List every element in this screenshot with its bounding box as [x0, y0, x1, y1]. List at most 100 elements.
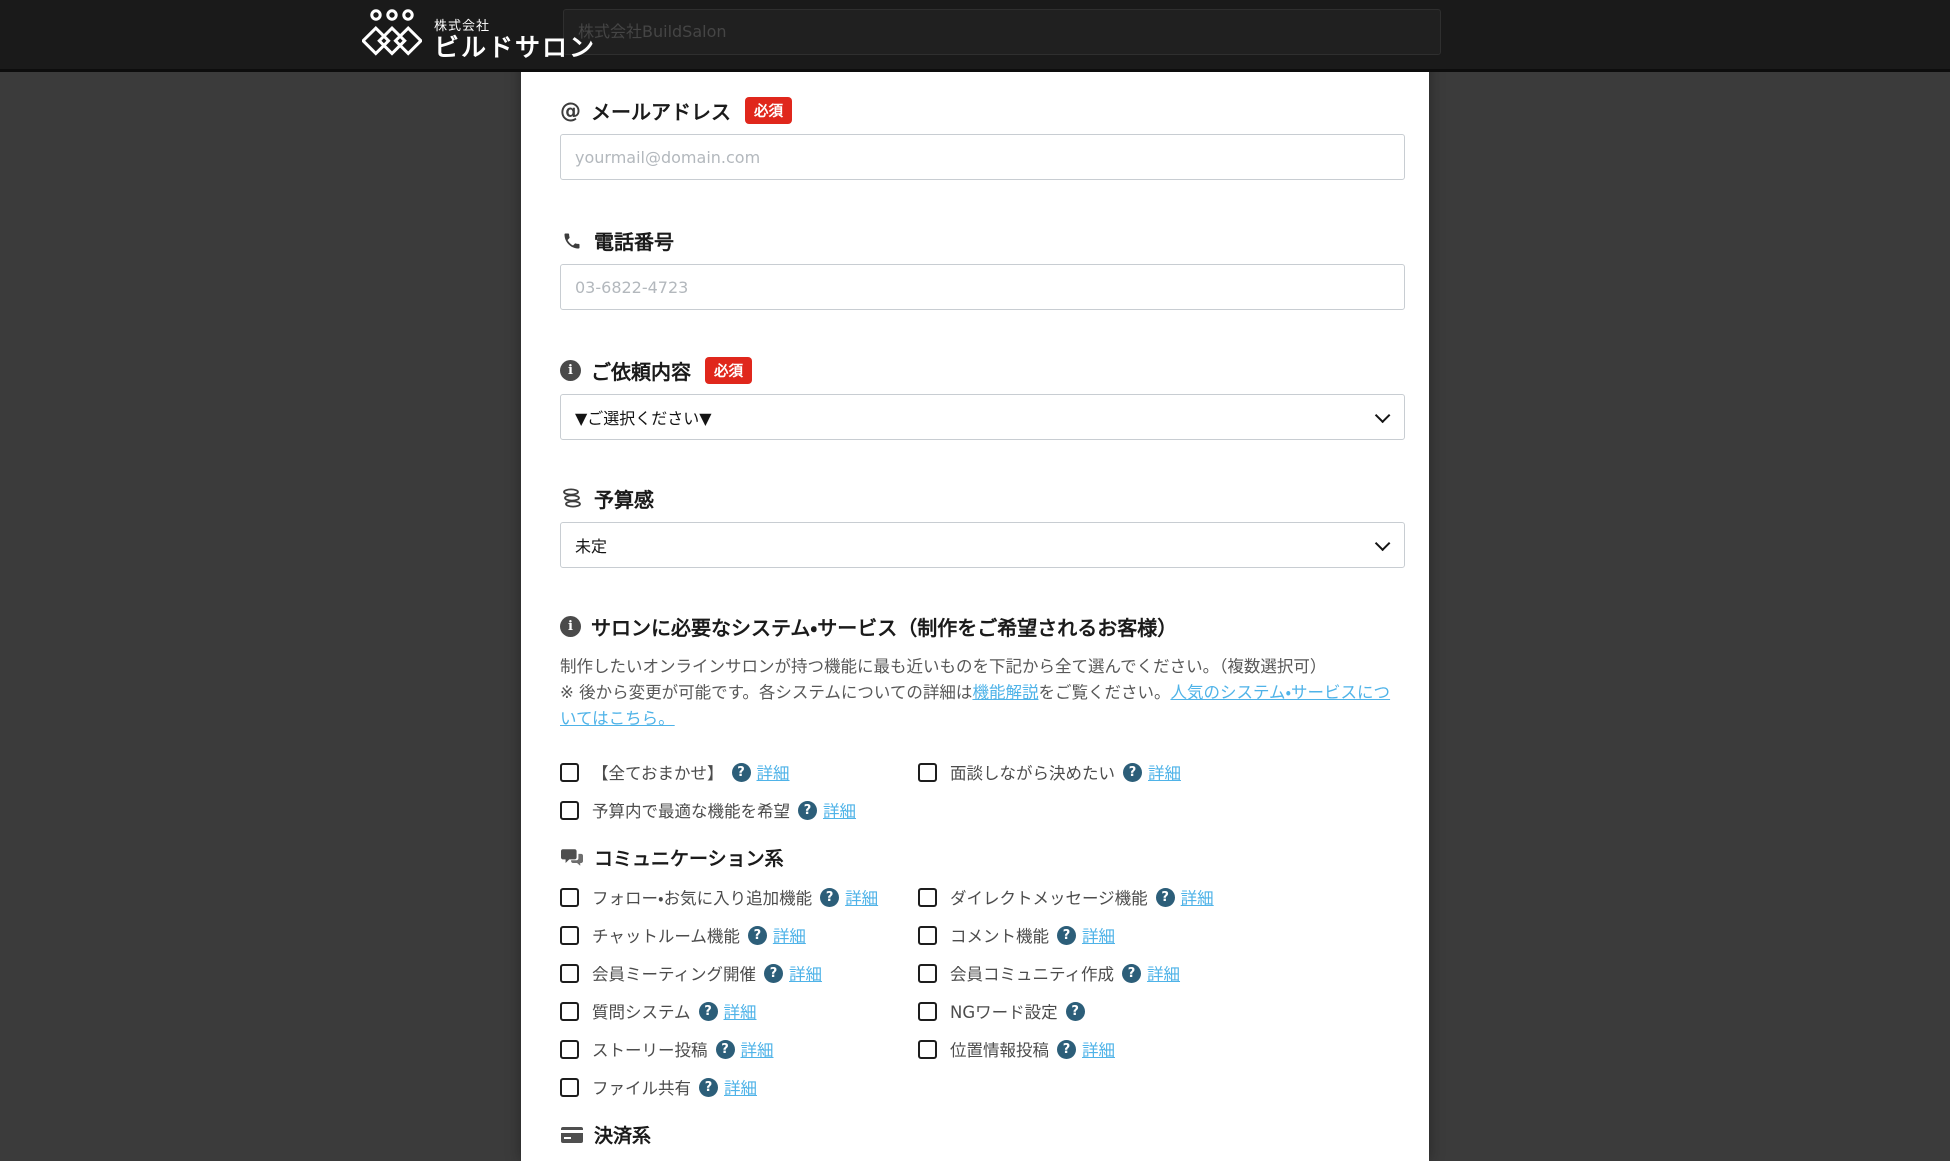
services-title-row: i サロンに必要なシステム・サービス（制作をご希望されるお客様） — [560, 612, 1405, 641]
services-description: 制作したいオンラインサロンが持つ機能に最も近いものを下記から全て選んでください。… — [560, 654, 1405, 680]
credit-card-icon — [560, 1127, 584, 1143]
detail-link[interactable]: 詳細 — [1148, 760, 1181, 784]
help-icon[interactable]: ? — [1156, 888, 1175, 907]
feature-guide-link[interactable]: 機能解説 — [972, 683, 1038, 702]
detail-link[interactable]: 詳細 — [1181, 885, 1214, 909]
checkbox[interactable] — [918, 1040, 937, 1059]
detail-link[interactable]: 詳細 — [724, 1075, 757, 1099]
checkbox-row: フォロー・お気に入り追加機能 ? 詳細 ダイレクトメッセージ機能 ? 詳細 — [560, 885, 1405, 909]
checkbox[interactable] — [560, 1040, 579, 1059]
help-icon[interactable]: ? — [798, 801, 817, 820]
checkbox[interactable] — [918, 926, 937, 945]
checkbox[interactable] — [560, 926, 579, 945]
checkbox-row: ファイル共有 ? 詳細 — [560, 1075, 1405, 1099]
checkbox-label: 会員コミュニティ作成 — [950, 961, 1114, 985]
info-icon: i — [560, 360, 581, 381]
services-title: サロンに必要なシステム・サービス（制作をご希望されるお客様） — [591, 612, 1177, 641]
payment-heading: 決済系 — [594, 1121, 651, 1148]
checkbox[interactable] — [918, 888, 937, 907]
help-icon[interactable]: ? — [1123, 763, 1142, 782]
checkbox-label: ストーリー投稿 — [592, 1037, 708, 1061]
help-icon[interactable]: ? — [820, 888, 839, 907]
checkbox-item: NGワード設定 ? — [918, 999, 1405, 1023]
checkbox[interactable] — [560, 964, 579, 983]
form-panel: @ メールアドレス 必須 電話番号 i — [521, 0, 1429, 1161]
checkbox-group-communication: フォロー・お気に入り追加機能 ? 詳細 ダイレクトメッセージ機能 ? 詳細 — [560, 885, 1405, 1099]
checkbox[interactable] — [560, 1002, 579, 1021]
brand-logo[interactable]: 株式会社 ビルドサロン — [362, 8, 596, 68]
checkbox[interactable] — [918, 1002, 937, 1021]
checkbox-item: 位置情報投稿 ? 詳細 — [918, 1037, 1405, 1061]
required-badge: 必須 — [705, 357, 752, 384]
checkbox[interactable] — [560, 801, 579, 820]
checkbox-label: 面談しながら決めたい — [950, 760, 1115, 784]
buildsalon-logo-icon — [362, 8, 422, 68]
coins-icon — [560, 488, 584, 509]
email-input[interactable] — [560, 134, 1405, 180]
detail-link[interactable]: 詳細 — [1082, 923, 1115, 947]
detail-link[interactable]: 詳細 — [1147, 961, 1180, 985]
help-icon[interactable]: ? — [748, 926, 767, 945]
help-icon[interactable]: ? — [1066, 1002, 1085, 1021]
request-label-row: i ご依頼内容 必須 — [560, 356, 1405, 385]
budget-select[interactable]: 未定 — [560, 522, 1405, 568]
detail-link[interactable]: 詳細 — [724, 999, 757, 1023]
checkbox-item: チャットルーム機能 ? 詳細 — [560, 923, 918, 947]
detail-link[interactable]: 詳細 — [789, 961, 822, 985]
payment-heading-row: 決済系 — [560, 1121, 1405, 1148]
email-label: メールアドレス — [591, 96, 731, 125]
checkbox[interactable] — [560, 763, 579, 782]
services-section: i サロンに必要なシステム・サービス（制作をご希望されるお客様） 制作したいオン… — [560, 612, 1405, 1161]
chevron-down-icon — [1375, 535, 1391, 551]
budget-field-group: 予算感 未定 — [560, 484, 1405, 568]
help-icon[interactable]: ? — [699, 1002, 718, 1021]
help-icon[interactable]: ? — [1122, 964, 1141, 983]
checkbox-item: ファイル共有 ? 詳細 — [560, 1075, 918, 1099]
company-name-input-behind-header: 株式会社BuildSalon — [563, 9, 1441, 55]
help-icon[interactable]: ? — [732, 763, 751, 782]
checkbox[interactable] — [560, 1078, 579, 1097]
request-label: ご依頼内容 — [591, 356, 691, 385]
communication-heading: コミュニケーション系 — [594, 844, 784, 871]
checkbox-label: フォロー・お気に入り追加機能 — [592, 885, 812, 909]
checkbox-row: ストーリー投稿 ? 詳細 位置情報投稿 ? 詳細 — [560, 1037, 1405, 1061]
help-icon[interactable]: ? — [699, 1078, 718, 1097]
checkbox-item: 【全ておまかせ】 ? 詳細 — [560, 760, 918, 784]
checkbox-label: NGワード設定 — [950, 999, 1058, 1023]
checkbox-label: 位置情報投稿 — [950, 1037, 1049, 1061]
help-icon[interactable]: ? — [764, 964, 783, 983]
checkbox-item: 予算内で最適な機能を希望 ? 詳細 — [560, 798, 918, 822]
help-icon[interactable]: ? — [716, 1040, 735, 1059]
checkbox[interactable] — [918, 763, 937, 782]
help-icon[interactable]: ? — [1057, 926, 1076, 945]
checkbox-item: 会員ミーティング開催 ? 詳細 — [560, 961, 918, 985]
budget-select-value: 未定 — [575, 533, 607, 557]
checkbox[interactable] — [918, 964, 937, 983]
detail-link[interactable]: 詳細 — [757, 760, 790, 784]
detail-link[interactable]: 詳細 — [773, 923, 806, 947]
checkbox-item: ダイレクトメッセージ機能 ? 詳細 — [918, 885, 1405, 909]
phone-input[interactable] — [560, 264, 1405, 310]
detail-link[interactable]: 詳細 — [845, 885, 878, 909]
checkbox-row: チャットルーム機能 ? 詳細 コメント機能 ? 詳細 — [560, 923, 1405, 947]
checkbox-label: 【全ておまかせ】 — [592, 760, 724, 784]
info-icon: i — [560, 616, 581, 637]
checkbox-group-general: 【全ておまかせ】 ? 詳細 面談しながら決めたい ? 詳細 — [560, 760, 1405, 822]
request-field-group: i ご依頼内容 必須 ▼ご選択ください▼ — [560, 356, 1405, 440]
detail-link[interactable]: 詳細 — [1082, 1037, 1115, 1061]
checkbox-item: ストーリー投稿 ? 詳細 — [560, 1037, 918, 1061]
request-select-value: ▼ご選択ください▼ — [575, 405, 712, 429]
checkbox[interactable] — [560, 888, 579, 907]
checkbox-row: 質問システム ? 詳細 NGワード設定 ? — [560, 999, 1405, 1023]
brand-company-prefix: 株式会社 — [434, 15, 596, 34]
checkbox-label: コメント機能 — [950, 923, 1049, 947]
phone-icon — [560, 231, 584, 251]
help-icon[interactable]: ? — [1057, 1040, 1076, 1059]
checkbox-row: 【全ておまかせ】 ? 詳細 面談しながら決めたい ? 詳細 — [560, 760, 1405, 784]
phone-field-group: 電話番号 — [560, 226, 1405, 310]
services-note: ※ 後から変更が可能です。各システムについての詳細は機能解説をご覧ください。人気… — [560, 680, 1405, 732]
checkbox-label: 質問システム — [592, 999, 691, 1023]
detail-link[interactable]: 詳細 — [741, 1037, 774, 1061]
detail-link[interactable]: 詳細 — [823, 798, 856, 822]
request-select[interactable]: ▼ご選択ください▼ — [560, 394, 1405, 440]
